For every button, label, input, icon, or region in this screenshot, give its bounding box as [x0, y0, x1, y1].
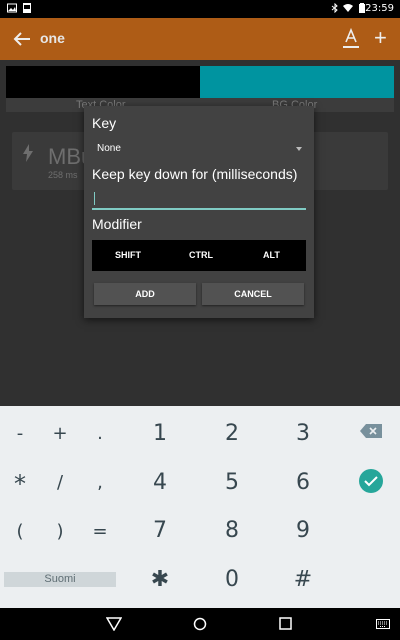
key-hash[interactable]: # [289, 567, 317, 592]
language-key[interactable]: Suomi [4, 572, 116, 587]
keep-down-label: Keep key down for (milliseconds) [92, 166, 298, 182]
cancel-button[interactable]: CANCEL [202, 283, 304, 305]
key-7[interactable]: 7 [146, 518, 174, 543]
key-dialog: Key None Keep key down for (milliseconds… [84, 106, 314, 318]
check-icon [364, 476, 378, 487]
triangle-back-icon[interactable] [106, 617, 122, 631]
key-plus[interactable]: + [50, 423, 70, 444]
key-open-paren[interactable]: ( [10, 521, 30, 542]
key-star[interactable]: ✱ [146, 567, 174, 592]
key-4[interactable]: 4 [146, 470, 174, 495]
page-title: one [40, 30, 65, 46]
plus-icon[interactable]: + [374, 25, 387, 51]
key-minus[interactable]: - [10, 423, 30, 444]
numeric-keyboard: - + . 1 2 3 * / , 4 5 6 ( ) = 7 8 9 Suom… [0, 406, 400, 608]
navigation-bar [0, 608, 400, 640]
key-5[interactable]: 5 [218, 470, 246, 495]
wifi-icon [343, 4, 353, 12]
text-format-icon[interactable] [340, 26, 362, 52]
add-button[interactable]: ADD [94, 283, 196, 305]
key-select[interactable]: None [92, 138, 306, 160]
image-notification-icon [7, 3, 17, 13]
text-cursor [94, 192, 95, 205]
key-0[interactable]: 0 [218, 567, 246, 592]
key-comma[interactable]: , [90, 472, 110, 493]
key-9[interactable]: 9 [289, 518, 317, 543]
bluetooth-icon [331, 3, 338, 13]
key-slash[interactable]: / [50, 472, 70, 493]
ctrl-button[interactable]: CTRL [189, 250, 213, 260]
key-6[interactable]: 6 [289, 470, 317, 495]
modifier-bar: SHIFT CTRL ALT [92, 240, 306, 271]
arrow-left-icon[interactable] [10, 27, 34, 51]
dropdown-caret-icon [296, 147, 302, 151]
check-circle-icon[interactable] [359, 469, 383, 493]
alt-button[interactable]: ALT [263, 250, 280, 260]
keep-down-input[interactable] [92, 190, 306, 210]
key-close-paren[interactable]: ) [50, 521, 70, 542]
status-bar: 23:59 [0, 0, 400, 18]
key-8[interactable]: 8 [218, 518, 246, 543]
key-period[interactable]: . [90, 423, 110, 444]
key-2[interactable]: 2 [218, 421, 246, 446]
bg-color-swatch[interactable] [200, 66, 394, 98]
modifier-label: Modifier [92, 216, 142, 232]
app-bar: one + [0, 18, 400, 60]
circle-home-icon[interactable] [193, 617, 207, 631]
text-color-swatch[interactable] [6, 66, 200, 98]
key-equals[interactable]: = [90, 521, 110, 542]
key-1[interactable]: 1 [146, 421, 174, 446]
key-label: Key [92, 115, 117, 131]
status-time: 23:59 [365, 3, 394, 14]
card-subtitle: 258 ms [48, 170, 78, 180]
key-select-value: None [97, 143, 121, 154]
bolt-icon [23, 144, 33, 162]
key-asterisk[interactable]: * [8, 470, 32, 498]
square-recents-icon[interactable] [279, 617, 292, 630]
shift-button[interactable]: SHIFT [115, 250, 141, 260]
backspace-icon[interactable] [360, 424, 382, 438]
key-3[interactable]: 3 [289, 421, 317, 446]
photo-notification-icon [23, 3, 31, 13]
keyboard-icon[interactable] [376, 619, 390, 629]
